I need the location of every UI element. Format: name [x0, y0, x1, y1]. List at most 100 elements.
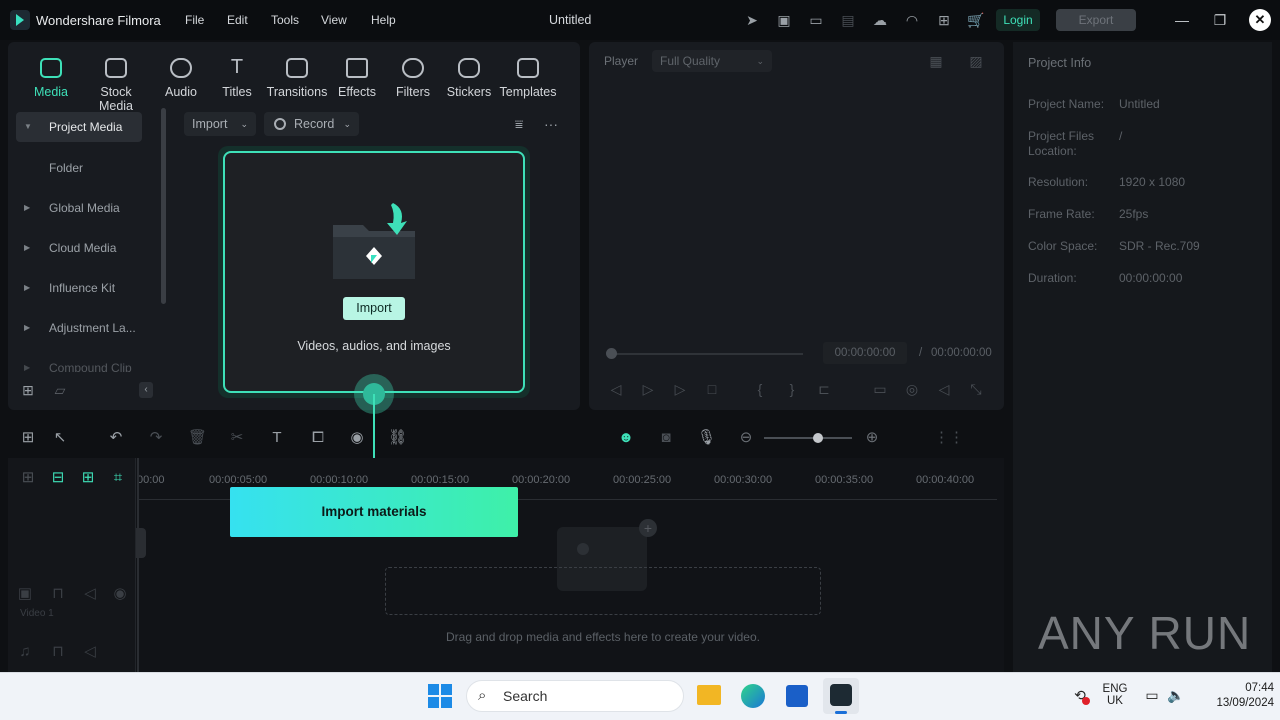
unlink-icon[interactable]: ⛓	[388, 429, 407, 447]
record-dropdown[interactable]: Record ⌄	[264, 112, 359, 136]
import-dropdown[interactable]: Import ⌄	[184, 112, 256, 136]
mute-icon[interactable]: ◁	[81, 585, 99, 603]
sidebar-item-global-media[interactable]: ▶ Global Media	[16, 193, 142, 223]
menu-view[interactable]: View	[321, 13, 347, 27]
headset-icon[interactable]: ◠	[903, 11, 921, 29]
cloud-upload-icon[interactable]: ☁	[871, 11, 889, 29]
progress-track[interactable]	[611, 353, 803, 355]
sidebar-scrollbar[interactable]	[161, 108, 166, 304]
playhead-line[interactable]	[137, 458, 139, 672]
sidebar-item-influence-kit[interactable]: ▶ Influence Kit	[16, 273, 142, 303]
cart-icon[interactable]: 🛒	[967, 11, 985, 29]
magnet-icon[interactable]: ⌗	[109, 469, 127, 487]
collapse-chevron-icon[interactable]: ‹	[139, 382, 153, 398]
prev-frame-icon[interactable]: ◁	[607, 380, 625, 398]
minimize-icon[interactable]: —	[1172, 10, 1192, 30]
ai-assistant-icon[interactable]: ☻	[617, 429, 635, 447]
edge-browser-icon[interactable]	[741, 684, 765, 708]
tab-titles[interactable]: T Titles	[205, 57, 269, 99]
import-materials-callout[interactable]: Import materials	[230, 487, 518, 537]
login-button[interactable]: Login	[996, 9, 1040, 31]
sidebar-item-project-media[interactable]: ▼ Project Media	[16, 112, 142, 142]
undo-icon[interactable]: ↶	[107, 429, 125, 447]
import-drop-card[interactable]: Import Videos, audios, and images	[218, 146, 530, 398]
redo-icon[interactable]: ↷	[147, 429, 165, 447]
export-button[interactable]: Export	[1056, 9, 1136, 31]
zoom-slider-track[interactable]	[764, 437, 852, 439]
ai-icon[interactable]: ◉	[348, 429, 366, 447]
volume-icon[interactable]: ◁	[935, 380, 953, 398]
snapshot-image-icon[interactable]: ▨	[967, 52, 985, 70]
sidebar-item-adjustment-layer[interactable]: ▶ Adjustment La...	[16, 313, 142, 343]
apps-grid-icon[interactable]: ⊞	[935, 11, 953, 29]
display-tray-icon[interactable]: ▭	[1143, 686, 1161, 704]
taskbar-search-box[interactable]: ⌕ Search	[466, 680, 684, 712]
fullscreen-icon[interactable]: ⤡	[967, 380, 985, 398]
display-icon[interactable]: ▭	[871, 380, 889, 398]
zoom-in-icon[interactable]: ⊕	[863, 429, 881, 447]
crop-icon[interactable]: ⧠	[309, 429, 327, 447]
quality-dropdown[interactable]: Full Quality ⌄	[652, 50, 772, 72]
tab-filters[interactable]: Filters	[381, 58, 445, 99]
file-explorer-icon[interactable]	[697, 685, 721, 705]
menu-edit[interactable]: Edit	[227, 13, 248, 27]
next-frame-icon[interactable]: ▷	[639, 380, 657, 398]
tab-stickers[interactable]: Stickers	[437, 58, 501, 99]
tab-templates[interactable]: Templates	[496, 58, 560, 99]
tab-effects[interactable]: Effects	[325, 58, 389, 99]
track-height-icon[interactable]: ⋮⋮	[934, 429, 964, 447]
lock-icon[interactable]: ⊓	[49, 643, 67, 661]
mark-out-icon[interactable]: }	[783, 380, 801, 398]
folder-icon[interactable]: ▱	[51, 381, 69, 399]
menu-tools[interactable]: Tools	[271, 13, 299, 27]
layout-grid-icon[interactable]: ⊞	[19, 429, 37, 447]
layout-icon[interactable]: ▦	[927, 52, 945, 70]
text-icon[interactable]: T	[268, 429, 286, 447]
sidebar-item-compound-clip[interactable]: ▶ Compound Clip	[16, 353, 142, 372]
tab-media[interactable]: Media	[19, 58, 83, 99]
add-track-icon[interactable]: ⊞	[19, 469, 37, 487]
close-icon[interactable]: ✕	[1249, 9, 1271, 31]
play-icon[interactable]: ▷	[671, 380, 689, 398]
speaker-icon[interactable]: 🔈	[1167, 686, 1185, 704]
link-track-icon[interactable]: ⊟	[49, 469, 67, 487]
microphone-icon[interactable]: 🎙	[697, 429, 716, 447]
send-icon[interactable]: ➤	[743, 11, 761, 29]
cut-icon[interactable]: ✂	[228, 429, 246, 447]
restore-icon[interactable]: ❐	[1210, 10, 1230, 30]
lock-icon[interactable]: ⊓	[49, 585, 67, 603]
language-indicator[interactable]: ENG UK	[1100, 683, 1130, 707]
sidebar-item-folder[interactable]: Folder	[16, 153, 142, 183]
timeline-drop-zone[interactable]	[385, 567, 821, 615]
tab-transitions[interactable]: Transitions	[265, 58, 329, 99]
filmora-taskbar-button[interactable]	[823, 678, 859, 714]
snap-icon[interactable]: ⊞	[79, 469, 97, 487]
delete-icon[interactable]: 🗑	[188, 429, 207, 447]
tab-audio[interactable]: Audio	[149, 58, 213, 99]
windows-start-icon[interactable]	[428, 684, 452, 708]
more-options-icon[interactable]: ···	[542, 115, 560, 133]
stop-icon[interactable]: □	[703, 380, 721, 398]
monitor-icon[interactable]: ▭	[807, 11, 825, 29]
zoom-slider-handle[interactable]	[813, 433, 823, 443]
media-icon[interactable]: ▣	[775, 11, 793, 29]
mark-in-icon[interactable]: {	[751, 380, 769, 398]
sidebar-item-cloud-media[interactable]: ▶ Cloud Media	[16, 233, 142, 263]
progress-handle[interactable]	[606, 348, 617, 359]
new-folder-icon[interactable]: ⊞	[19, 381, 37, 399]
microsoft-store-icon[interactable]	[786, 685, 808, 707]
eye-icon[interactable]: ◉	[111, 585, 129, 603]
zoom-out-icon[interactable]: ⊖	[737, 429, 755, 447]
camera-record-icon[interactable]: ◙	[657, 429, 675, 447]
clock[interactable]: 07:44 13/09/2024	[1194, 682, 1274, 709]
mute-icon[interactable]: ◁	[81, 643, 99, 661]
select-arrow-icon[interactable]: ↖	[51, 429, 69, 447]
camera-icon[interactable]: ◎	[903, 380, 921, 398]
tab-stock-media[interactable]: Stock Media	[84, 58, 148, 113]
menu-file[interactable]: File	[185, 13, 204, 27]
menu-help[interactable]: Help	[371, 13, 396, 27]
import-button[interactable]: Import	[343, 297, 405, 320]
marker-icon[interactable]: ⊏	[815, 380, 833, 398]
save-icon[interactable]: ▤	[839, 11, 857, 29]
filter-sort-icon[interactable]: ⩸	[510, 115, 528, 133]
